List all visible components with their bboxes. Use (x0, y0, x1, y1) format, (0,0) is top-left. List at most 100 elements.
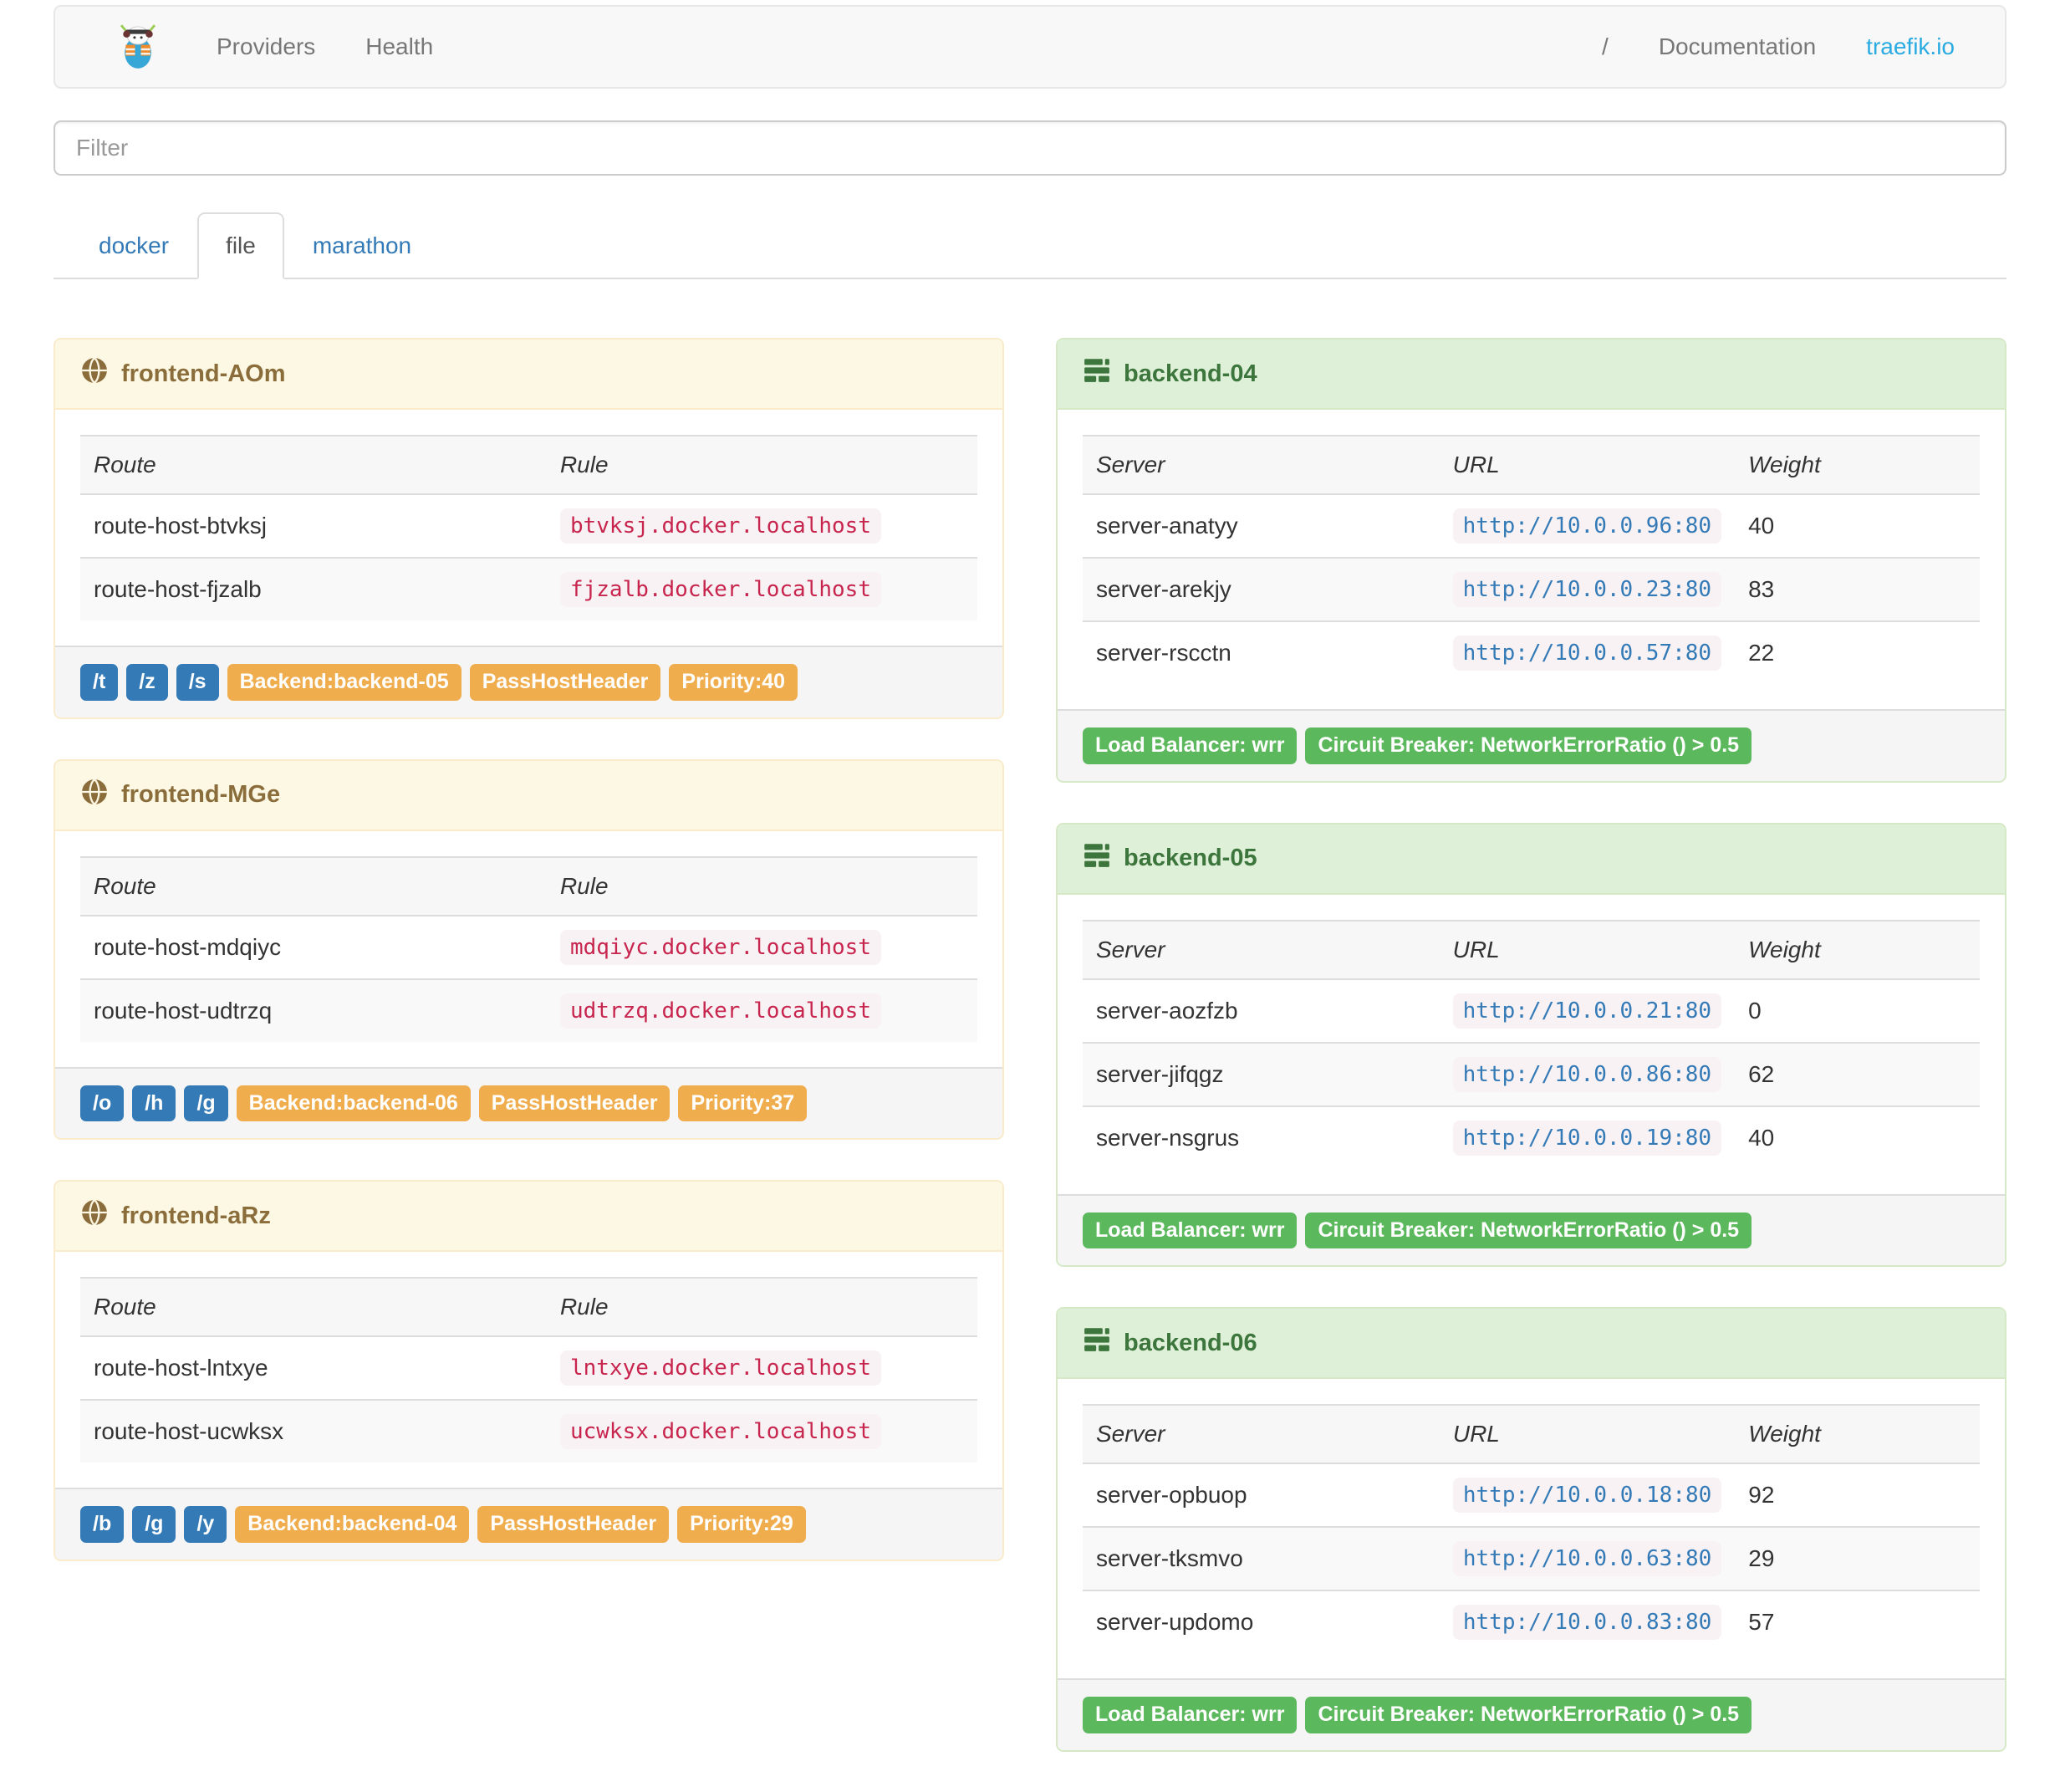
tab-docker[interactable]: docker (70, 212, 197, 279)
backend-config-badge: Circuit Breaker: NetworkErrorRatio () > … (1305, 1697, 1752, 1733)
server-url-link[interactable]: http://10.0.0.63:80 (1452, 1541, 1722, 1576)
rule-cell: lntxye.docker.localhost (547, 1336, 977, 1400)
frontend-card: frontend-AOm Route Rule route-host-btvksj bt… (54, 338, 1004, 719)
frontend-card-header: frontend-AOm (55, 340, 1002, 410)
server-name: server-rscctn (1083, 620, 1440, 684)
backend-card-header: backend-05 (1058, 824, 2005, 895)
server-url-link[interactable]: http://10.0.0.18:80 (1452, 1478, 1722, 1513)
server-name: server-opbuop (1096, 1482, 1247, 1508)
backend-card: backend-04 Server URL Weight server-anatyy ht… (1056, 338, 2006, 783)
server-row: server-anatyy http://10.0.0.96:80 40 (1083, 494, 1980, 558)
table-header: Route Rule (80, 1277, 977, 1337)
frontend-card-title: frontend-aRz (121, 1202, 271, 1229)
frontend-card-header: frontend-MGe (55, 760, 1002, 831)
frontend-card-title: frontend-AOm (121, 360, 286, 387)
tab-file[interactable]: file (197, 212, 284, 279)
rule-cell: mdqiyc.docker.localhost (547, 916, 977, 979)
server-row: server-tksmvo http://10.0.0.63:80 29 (1083, 1526, 1980, 1590)
backend-config-badge: Load Balancer: wrr (1083, 1697, 1298, 1733)
server-weight: 22 (1735, 620, 1980, 684)
table-header: Route Rule (80, 855, 977, 916)
server-url-cell: http://10.0.0.19:80 (1439, 1105, 1736, 1169)
route-name: route-host-lntxye (94, 1355, 268, 1381)
server-row: server-nsgrus http://10.0.0.19:80 40 (1083, 1105, 1980, 1169)
server-url-link[interactable]: http://10.0.0.86:80 (1452, 1056, 1722, 1092)
routes-table: Route Rule route-host-btvksj btvksj.docker.… (80, 435, 977, 620)
tab-marathon[interactable]: marathon (284, 212, 440, 279)
globe-icon (80, 778, 109, 813)
nav-slash-link[interactable]: / (1577, 33, 1634, 60)
rule-code: ucwksx.docker.localhost (559, 1414, 881, 1449)
rule-code: fjzalb.docker.localhost (559, 572, 881, 607)
route-name: route-host-btvksj (94, 513, 267, 539)
server-row: server-rscctn http://10.0.0.57:80 22 (1083, 620, 1980, 684)
nav-health-link[interactable]: Health (340, 33, 458, 60)
table-header: Server URL Weight (1083, 435, 1980, 495)
server-url-link[interactable]: http://10.0.0.21:80 (1452, 993, 1722, 1029)
server-url-cell: http://10.0.0.83:80 (1439, 1590, 1736, 1653)
server-url-link[interactable]: http://10.0.0.96:80 (1452, 508, 1722, 544)
server-url-cell: http://10.0.0.96:80 (1440, 494, 1735, 558)
frontend-config-badge: Backend:backend-04 (235, 1506, 470, 1543)
server-url-link[interactable]: http://10.0.0.83:80 (1452, 1605, 1722, 1640)
server-name: server-aozfzb (1096, 997, 1238, 1024)
frontend-card-header: frontend-aRz (55, 1182, 1002, 1252)
server-weight: 0 (1748, 997, 1762, 1024)
server-weight: 57 (1735, 1590, 1980, 1653)
filter-input[interactable] (54, 120, 2006, 176)
url-column-header: URL (1439, 1404, 1736, 1464)
backend-card-title: backend-04 (1124, 360, 1257, 387)
server-weight: 40 (1748, 513, 1775, 539)
frontend-card: frontend-MGe Route Rule route-host-mdqiyc md… (54, 758, 1004, 1140)
routes-table: Route Rule route-host-lntxye lntxye.docker.… (80, 1277, 977, 1463)
server-name: server-tksmvo (1083, 1526, 1440, 1590)
server-url-cell: http://10.0.0.63:80 (1439, 1526, 1736, 1590)
frontends-column: frontend-AOm Route Rule route-host-btvksj bt… (54, 338, 1004, 1601)
nav-providers-link[interactable]: Providers (191, 33, 340, 60)
tasks-icon (1083, 1325, 1111, 1361)
frontend-config-badge: PassHostHeader (477, 1506, 670, 1543)
rule-cell: fjzalb.docker.localhost (546, 557, 977, 620)
entrypoint-badge: /h (132, 1085, 176, 1121)
route-row: route-host-fjzalb fjzalb.docker.localhost (80, 557, 977, 620)
entrypoint-badge: /g (132, 1506, 176, 1543)
rule-column-header: Rule (546, 435, 977, 495)
route-name: route-host-fjzalb (80, 557, 547, 620)
server-name: server-arekjy (1083, 557, 1440, 621)
tasks-icon (1083, 356, 1111, 391)
backend-config-badge: Circuit Breaker: NetworkErrorRatio () > … (1305, 1212, 1752, 1248)
server-url-link[interactable]: http://10.0.0.19:80 (1452, 1120, 1722, 1156)
table-header: Server URL Weight (1083, 919, 1980, 980)
rule-code: btvksj.docker.localhost (559, 508, 881, 544)
servers-table: Server URL Weight server-anatyy http://10.0.… (1083, 435, 1980, 684)
server-weight: 40 (1735, 1105, 1980, 1169)
nav-traefik-io-link[interactable]: traefik.io (1841, 33, 1980, 60)
server-url-link[interactable]: http://10.0.0.57:80 (1452, 636, 1722, 671)
entrypoint-badge: /t (80, 664, 119, 701)
entrypoint-badge: /y (184, 1506, 227, 1543)
server-weight: 83 (1735, 557, 1980, 621)
url-column-header: URL (1439, 435, 1736, 495)
backend-config-badge: Load Balancer: wrr (1083, 1212, 1298, 1248)
entrypoint-badge: /z (126, 664, 168, 701)
server-weight: 62 (1735, 1041, 1980, 1106)
content-row: frontend-AOm Route Rule route-host-btvksj bt… (54, 338, 2006, 1792)
table-header: Server URL Weight (1083, 1404, 1980, 1464)
backend-card-title: backend-06 (1124, 1329, 1257, 1356)
frontend-card: frontend-aRz Route Rule route-host-lntxye ln… (54, 1180, 1004, 1561)
server-url-cell: http://10.0.0.23:80 (1439, 557, 1736, 621)
backend-card-footer: Load Balancer: wrr Circuit Breaker: Netwo… (1058, 709, 2005, 781)
frontend-card-footer: /o/h/g Backend:backend-06 PassHostHeader Pr… (55, 1066, 1002, 1138)
entrypoint-badge: /s (176, 664, 219, 701)
frontend-config-badge: Backend:backend-05 (227, 664, 461, 701)
route-row: route-host-btvksj btvksj.docker.localhost (80, 494, 977, 558)
backend-card-footer: Load Balancer: wrr Circuit Breaker: Netwo… (1058, 1193, 2005, 1265)
backend-card: backend-06 Server URL Weight server-opbuop ht… (1056, 1307, 2006, 1752)
backend-card-footer: Load Balancer: wrr Circuit Breaker: Netwo… (1058, 1678, 2005, 1750)
rule-cell: ucwksx.docker.localhost (546, 1399, 977, 1463)
navbar: Providers Health / Documentation traefik… (54, 5, 2006, 89)
nav-documentation-link[interactable]: Documentation (1634, 33, 1841, 60)
server-url-link[interactable]: http://10.0.0.23:80 (1452, 572, 1722, 607)
backend-card-body: Server URL Weight server-anatyy http://10.0.… (1058, 410, 2005, 709)
traefik-logo-icon[interactable] (118, 24, 158, 69)
